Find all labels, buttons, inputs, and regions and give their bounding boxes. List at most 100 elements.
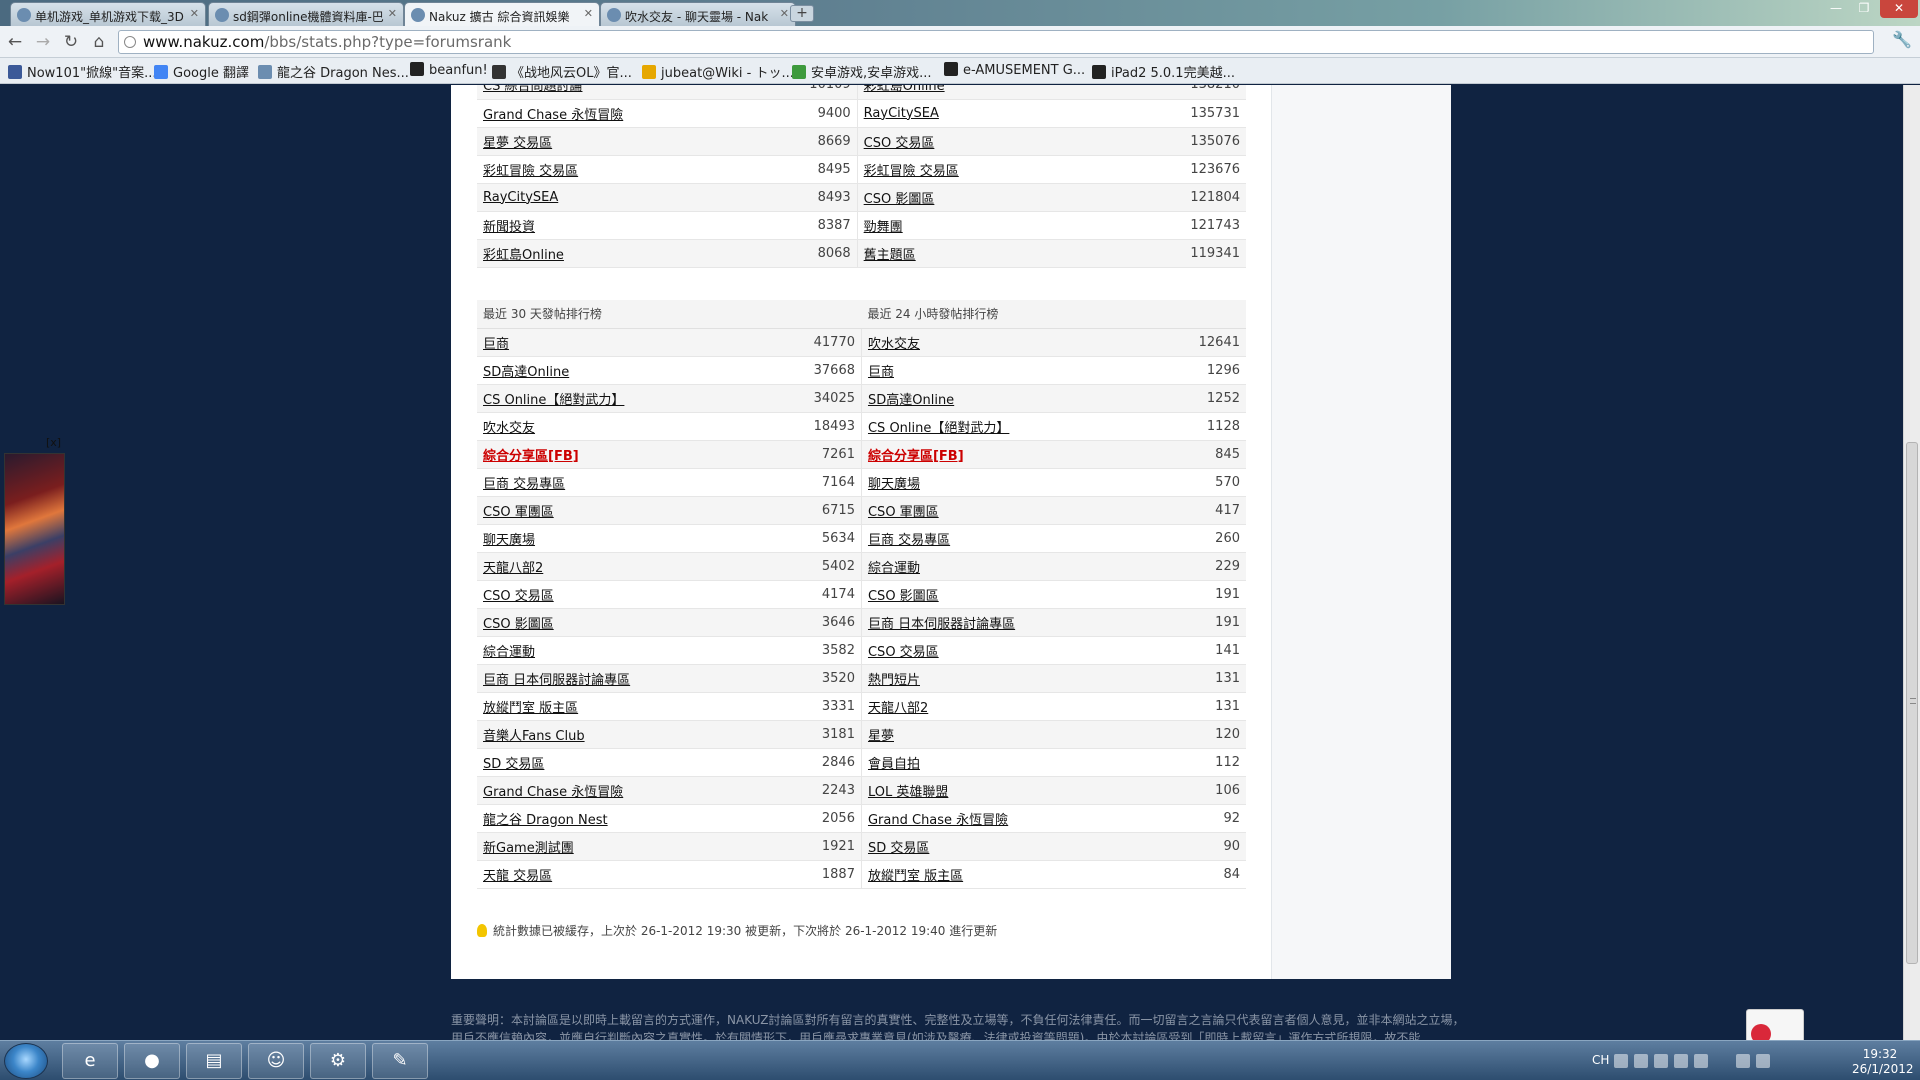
- forum-link[interactable]: 新Game測試團: [483, 841, 574, 856]
- corner-widget[interactable]: [1746, 1009, 1804, 1040]
- forum-link[interactable]: 巨商 日本伺服器討論專區: [483, 673, 630, 688]
- side-ad-banner[interactable]: [4, 453, 65, 605]
- forum-link[interactable]: RayCitySEA: [864, 106, 939, 121]
- forum-link[interactable]: RayCitySEA: [483, 190, 558, 205]
- forum-link[interactable]: 巨商 交易專區: [868, 533, 950, 548]
- forum-link[interactable]: 彩虹島Online: [483, 248, 564, 263]
- bookmark-item[interactable]: e-AMUSEMENT G...: [944, 62, 1085, 78]
- forum-link[interactable]: CS 綜合問題討論: [483, 85, 582, 94]
- side-ad-close-button[interactable]: [x]: [46, 436, 61, 449]
- forum-link[interactable]: 放縱鬥室 版主區: [483, 701, 578, 716]
- bookmark-item[interactable]: 龍之谷 Dragon Nes...: [258, 62, 409, 81]
- minimize-icon[interactable]: —: [1822, 0, 1850, 18]
- forum-link[interactable]: 新聞投資: [483, 220, 535, 235]
- start-button[interactable]: [4, 1043, 48, 1079]
- forum-link[interactable]: Grand Chase 永恆冒險: [483, 785, 623, 800]
- browser-tab[interactable]: 吹水交友 - 聊天靈場 - Nak ✕: [600, 2, 796, 26]
- restore-icon[interactable]: ❐: [1850, 0, 1878, 18]
- forum-link[interactable]: CS Online【絕對武力】: [483, 393, 624, 408]
- chrome-icon[interactable]: ●: [124, 1043, 180, 1079]
- forum-link[interactable]: SD高達Online: [483, 365, 569, 380]
- forum-link[interactable]: SD 交易區: [483, 757, 544, 772]
- forum-link[interactable]: 巨商 日本伺服器討論專區: [868, 617, 1015, 632]
- forum-link[interactable]: CSO 軍團區: [483, 505, 554, 520]
- bookmark-item[interactable]: beanfun!: [410, 62, 488, 78]
- network-icon[interactable]: [1736, 1054, 1750, 1068]
- forum-link[interactable]: 聊天廣場: [483, 533, 535, 548]
- ime-icon[interactable]: [1614, 1054, 1628, 1068]
- forum-link[interactable]: 龍之谷 Dragon Nest: [483, 813, 608, 828]
- forum-link[interactable]: CSO 影圖區: [483, 617, 554, 632]
- forum-link[interactable]: 舊主題區: [864, 248, 916, 263]
- forum-link[interactable]: SD 交易區: [868, 841, 929, 856]
- forum-link[interactable]: 彩虹冒險 交易區: [483, 164, 578, 179]
- forum-link[interactable]: 綜合運動: [483, 645, 535, 660]
- address-bar[interactable]: www.nakuz.com/bbs/stats.php?type=forumsr…: [118, 30, 1874, 54]
- tab-close-icon[interactable]: ✕: [584, 7, 593, 20]
- forum-link[interactable]: 放縱鬥室 版主區: [868, 869, 963, 884]
- browser-tab[interactable]: sd鋼彈online機體資料庫-巴 ✕: [208, 2, 404, 26]
- ie-icon[interactable]: e: [62, 1043, 118, 1079]
- forum-link[interactable]: 彩虹島Online: [864, 85, 945, 94]
- forum-link[interactable]: 綜合分享區[FB]: [483, 449, 579, 464]
- forum-link[interactable]: 綜合運動: [868, 561, 920, 576]
- forum-link[interactable]: CSO 軍團區: [868, 505, 939, 520]
- forum-link[interactable]: 吹水交友: [483, 421, 535, 436]
- bookmark-item[interactable]: 安卓游戏,安卓游戏...: [792, 62, 932, 81]
- bookmark-item[interactable]: jubeat@Wiki - トッ...: [642, 62, 794, 81]
- forum-link[interactable]: 天龍 交易區: [483, 869, 552, 884]
- back-icon[interactable]: ←: [4, 32, 26, 52]
- forum-link[interactable]: 星夢 交易區: [483, 136, 552, 151]
- help-icon[interactable]: [1694, 1054, 1708, 1068]
- forum-link[interactable]: 熱門短片: [868, 673, 920, 688]
- forum-link[interactable]: CS Online【絕對武力】: [868, 421, 1009, 436]
- forum-link[interactable]: 巨商 交易專區: [483, 477, 565, 492]
- forum-link[interactable]: CSO 交易區: [864, 136, 935, 151]
- forum-link[interactable]: 星夢: [868, 729, 894, 744]
- paint-icon[interactable]: ✎: [372, 1043, 428, 1079]
- game-icon[interactable]: ⚙: [310, 1043, 366, 1079]
- forum-link[interactable]: CSO 交易區: [868, 645, 939, 660]
- home-icon[interactable]: ⌂: [88, 32, 110, 52]
- font-icon[interactable]: [1654, 1054, 1668, 1068]
- forum-link[interactable]: CSO 影圖區: [868, 589, 939, 604]
- messenger-icon[interactable]: ☺: [248, 1043, 304, 1079]
- forum-link[interactable]: Grand Chase 永恆冒險: [868, 813, 1008, 828]
- forum-link[interactable]: SD高達Online: [868, 393, 954, 408]
- folder-icon[interactable]: ▤: [186, 1043, 242, 1079]
- forum-link[interactable]: Grand Chase 永恆冒險: [483, 108, 623, 123]
- language-indicator[interactable]: CH: [1592, 1053, 1609, 1067]
- forum-link[interactable]: 吹水交友: [868, 337, 920, 352]
- keyboard-icon[interactable]: [1634, 1054, 1648, 1068]
- browser-tab[interactable]: 单机游戏_单机游戏下载_3D ✕: [10, 2, 206, 26]
- forum-link[interactable]: LOL 英雄聯盟: [868, 785, 948, 800]
- tab-close-icon[interactable]: ✕: [388, 7, 397, 20]
- clock[interactable]: 19:32 26/1/2012: [1852, 1047, 1914, 1077]
- tray-tool-icon[interactable]: [1674, 1054, 1688, 1068]
- bookmark-item[interactable]: Now101"掀線"音案...: [8, 62, 156, 81]
- browser-tab[interactable]: Nakuz 擴古 綜合資訊娛樂 ✕: [404, 2, 600, 26]
- close-window-icon[interactable]: ✕: [1880, 0, 1918, 18]
- new-tab-button[interactable]: +: [790, 5, 814, 22]
- forum-link[interactable]: 巨商: [868, 365, 894, 380]
- bookmark-item[interactable]: Google 翻譯: [154, 62, 249, 81]
- forum-link[interactable]: 綜合分享區[FB]: [868, 449, 964, 464]
- forum-link[interactable]: 天龍八部2: [868, 701, 928, 716]
- tab-close-icon[interactable]: ✕: [780, 7, 789, 20]
- forum-link[interactable]: 聊天廣場: [868, 477, 920, 492]
- forum-link[interactable]: CSO 交易區: [483, 589, 554, 604]
- reload-icon[interactable]: ↻: [60, 32, 82, 52]
- forum-link[interactable]: 勁舞團: [864, 220, 903, 235]
- forum-link[interactable]: 巨商: [483, 337, 509, 352]
- scrollbar-thumb[interactable]: [1906, 442, 1918, 964]
- forum-link[interactable]: CSO 影圖區: [864, 192, 935, 207]
- forum-link[interactable]: 音樂人Fans Club: [483, 729, 585, 744]
- bookmark-item[interactable]: iPad2 5.0.1完美越...: [1092, 62, 1235, 81]
- vertical-scrollbar[interactable]: [1903, 85, 1920, 1040]
- forward-icon[interactable]: →: [32, 32, 54, 52]
- forum-link[interactable]: 天龍八部2: [483, 561, 543, 576]
- forum-link[interactable]: 會員自拍: [868, 757, 920, 772]
- tab-close-icon[interactable]: ✕: [190, 7, 199, 20]
- wrench-menu-icon[interactable]: 🔧: [1892, 30, 1912, 49]
- volume-icon[interactable]: [1756, 1054, 1770, 1068]
